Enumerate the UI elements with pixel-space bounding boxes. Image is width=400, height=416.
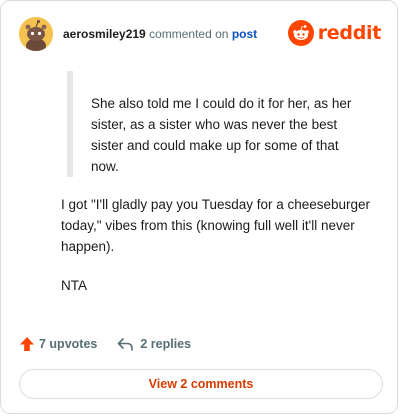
avatar[interactable] [19, 17, 53, 51]
reddit-wordmark: reddit [317, 22, 382, 44]
post-link[interactable]: post [232, 27, 257, 41]
author-name[interactable]: aerosmiley219 [63, 27, 146, 41]
comment-stats: 7 upvotes 2 replies [19, 335, 191, 353]
snoo-avatar-icon [19, 17, 53, 51]
comment-header: aerosmiley219 commented on post reddit [19, 17, 383, 53]
comment-card: aerosmiley219 commented on post reddit S… [0, 0, 398, 414]
replies-button[interactable]: 2 replies [117, 337, 191, 352]
view-comments-button[interactable]: View 2 comments [19, 369, 383, 399]
upvote-count: 7 upvotes [39, 337, 98, 351]
comment-paragraph: I got "I'll gladly pay you Tuesday for a… [61, 197, 371, 254]
upvote-button[interactable]: 7 upvotes [19, 336, 97, 352]
comment-meta: aerosmiley219 commented on post [63, 27, 257, 41]
comment-body: I got "I'll gladly pay you Tuesday for a… [61, 194, 377, 296]
reddit-logo[interactable]: reddit [287, 19, 382, 47]
comment-paragraph: NTA [61, 278, 87, 293]
reply-arrow-icon [118, 337, 134, 351]
action-text: commented on [149, 27, 229, 41]
quote-text: She also told me I could do it for her, … [91, 96, 352, 174]
reply-count: 2 replies [140, 337, 192, 351]
reddit-alien-icon [287, 20, 314, 46]
quoted-text-block: She also told me I could do it for her, … [67, 71, 367, 177]
arrow-up-icon [20, 337, 34, 351]
